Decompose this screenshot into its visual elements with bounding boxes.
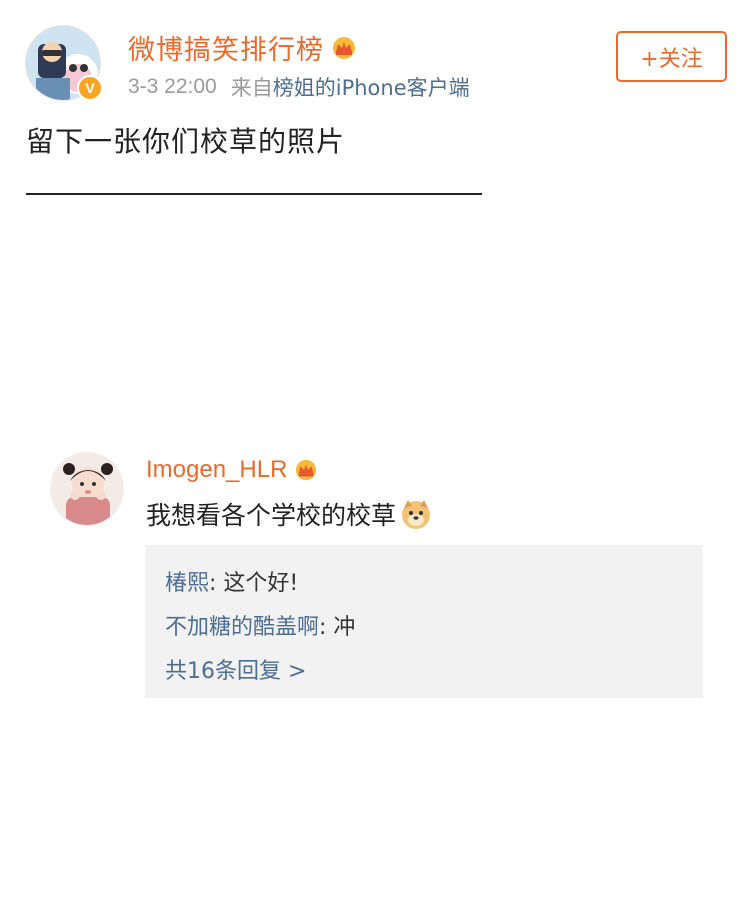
replies-box[interactable]: 椿熙: 这个好! 不加糖的酷盖啊: 冲 共16条回复 > — [145, 545, 703, 698]
reply-separator: : — [209, 571, 224, 596]
post-underline — [26, 193, 482, 195]
post-time: 3-3 22:00 — [128, 75, 217, 98]
commenter-avatar[interactable] — [50, 452, 124, 526]
commenter-name[interactable]: Imogen_HLR — [146, 456, 287, 484]
post-meta: 3-3 22:00 来自 榜姐的iPhone客户端 — [128, 72, 470, 102]
crown-icon — [296, 459, 317, 481]
post-text: 留下一张你们校草的照片 — [26, 125, 346, 158]
comment-text: 我想看各个学校的校草 — [146, 501, 397, 530]
follow-button[interactable]: +关注 — [616, 31, 727, 82]
reply-author[interactable]: 不加糖的酷盖啊 — [165, 615, 319, 640]
author-name[interactable]: 微博搞笑排行榜 — [128, 28, 324, 67]
commenter-avatar-image — [51, 453, 123, 525]
verified-badge-icon: V — [77, 75, 103, 101]
reply-text: 这个好! — [223, 571, 299, 596]
comment-text-row: 我想看各个学校的校草 — [146, 496, 432, 532]
more-replies-link[interactable]: 共16条回复 > — [165, 653, 306, 685]
reply-author[interactable]: 椿熙 — [165, 571, 209, 596]
source-prefix: 来自 — [230, 76, 273, 100]
reply-item[interactable]: 椿熙: 这个好! — [165, 565, 298, 597]
author-avatar[interactable]: V — [25, 25, 103, 101]
reply-item[interactable]: 不加糖的酷盖啊: 冲 — [165, 609, 355, 641]
crown-icon — [333, 36, 355, 59]
commenter-name-row[interactable]: Imogen_HLR — [146, 456, 319, 484]
reply-separator: : — [319, 615, 334, 640]
author-name-row[interactable]: 微博搞笑排行榜 — [128, 28, 358, 67]
doge-emoji-icon — [402, 500, 431, 529]
reply-text: 冲 — [333, 615, 356, 640]
post-source-link[interactable]: 榜姐的iPhone客户端 — [273, 72, 470, 102]
